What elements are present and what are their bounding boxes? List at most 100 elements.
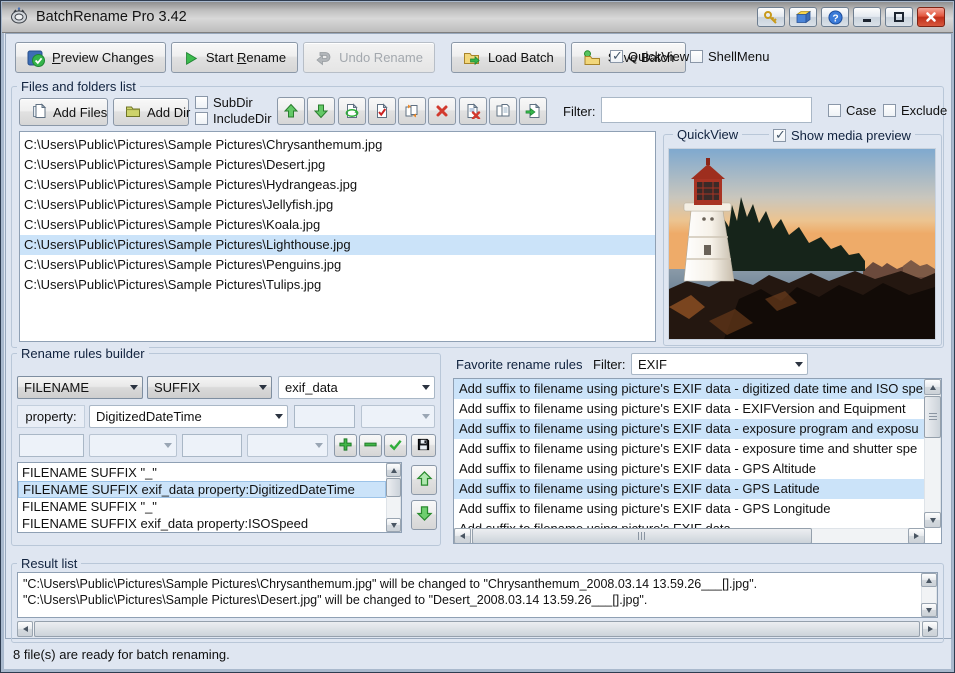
refresh-list-button[interactable] <box>338 97 366 125</box>
rule-param-input-3[interactable] <box>182 434 242 457</box>
case-checkbox-box[interactable] <box>828 104 841 117</box>
key-icon <box>763 10 779 24</box>
file-row[interactable]: C:\Users\Public\Pictures\Sample Pictures… <box>20 235 655 255</box>
result-scroll-left-icon[interactable] <box>17 621 33 637</box>
file-row[interactable]: C:\Users\Public\Pictures\Sample Pictures… <box>20 175 655 195</box>
result-list[interactable]: "C:\Users\Public\Pictures\Sample Picture… <box>17 572 938 618</box>
start-rename-button[interactable]: Start Rename <box>171 42 298 73</box>
rule-param-input-1[interactable] <box>294 405 355 428</box>
rule-param-combo-1[interactable] <box>361 405 435 428</box>
favorite-rule-row[interactable]: Add suffix to filename using picture's E… <box>454 499 925 519</box>
validate-names-button[interactable] <box>368 97 396 125</box>
load-batch-button[interactable]: Load Batch <box>451 42 566 73</box>
help-icon: ? <box>828 10 843 25</box>
export-list-button[interactable] <box>519 97 547 125</box>
property-combo[interactable]: DigitizedDateTime <box>89 405 288 428</box>
rule-action-combo[interactable]: SUFFIX <box>147 376 272 399</box>
rule-param-combo-2[interactable] <box>89 434 177 457</box>
favorites-scroll-left-icon[interactable] <box>454 528 471 544</box>
move-down-button[interactable] <box>307 97 335 125</box>
exclude-checkbox-box[interactable] <box>883 104 896 117</box>
file-list[interactable]: C:\Users\Public\Pictures\Sample Pictures… <box>19 131 656 342</box>
remove-selected-button[interactable] <box>428 97 456 125</box>
close-button[interactable] <box>917 7 945 27</box>
favorite-rule-row[interactable]: Add suffix to filename using picture's E… <box>454 459 925 479</box>
favorite-rule-row[interactable]: Add suffix to filename using picture's E… <box>454 439 925 459</box>
rule-row[interactable]: FILENAME SUFFIX exif_data property:Digit… <box>18 481 386 498</box>
favorites-filter-combo[interactable]: EXIF <box>631 353 808 375</box>
file-row[interactable]: C:\Users\Public\Pictures\Sample Pictures… <box>20 215 655 235</box>
update-button[interactable] <box>789 7 817 27</box>
rules-scroll-down-icon[interactable] <box>386 518 401 532</box>
result-scroll-right-icon[interactable] <box>922 621 938 637</box>
favorites-vscroll-thumb[interactable] <box>924 396 941 438</box>
arrow-down-icon <box>313 103 329 119</box>
rule-row[interactable]: FILENAME SUFFIX "_" <box>18 464 386 481</box>
copy-list-button[interactable] <box>489 97 517 125</box>
show-media-preview-checkbox[interactable]: Show media preview <box>769 128 915 143</box>
includedir-checkbox[interactable]: IncludeDir <box>195 111 272 126</box>
rule-value-combo[interactable]: exif_data <box>278 376 435 399</box>
rule-row[interactable]: FILENAME SUFFIX exif_data property:ISOSp… <box>18 515 386 532</box>
file-row[interactable]: C:\Users\Public\Pictures\Sample Pictures… <box>20 155 655 175</box>
exclude-checkbox[interactable]: Exclude <box>883 103 947 118</box>
apply-rule-button[interactable] <box>384 434 407 457</box>
favorites-scroll-up-icon[interactable] <box>924 379 941 395</box>
minimize-button[interactable] <box>853 7 881 27</box>
rule-move-down-button[interactable] <box>411 500 437 530</box>
result-hscroll-thumb[interactable] <box>34 621 920 637</box>
rule-row[interactable]: FILENAME SUFFIX "_" <box>18 498 386 515</box>
rule-param-combo-3[interactable] <box>247 434 328 457</box>
file-row[interactable]: C:\Users\Public\Pictures\Sample Pictures… <box>20 195 655 215</box>
rules-scroll-up-icon[interactable] <box>386 463 401 477</box>
rules-list[interactable]: FILENAME SUFFIX "_"FILENAME SUFFIX exif_… <box>17 462 402 533</box>
shellmenu-checkbox-box[interactable] <box>690 50 703 63</box>
files-filter-input[interactable] <box>601 97 812 123</box>
add-dir-button[interactable]: Add Dir <box>113 98 189 126</box>
undo-rename-button[interactable]: Undo Rename <box>303 42 435 73</box>
favorites-scroll-down-icon[interactable] <box>924 512 941 528</box>
add-files-button[interactable]: Add Files <box>19 98 108 126</box>
subdir-checkbox[interactable]: SubDir <box>195 95 253 110</box>
titlebar[interactable]: BatchRename Pro 3.42 ? <box>2 2 953 33</box>
favorites-filter-value: EXIF <box>638 357 790 372</box>
duplicate-entry-button[interactable] <box>398 97 426 125</box>
subdir-checkbox-box[interactable] <box>195 96 208 109</box>
maximize-button[interactable] <box>885 7 913 27</box>
rule-param-input-2[interactable] <box>19 434 84 457</box>
add-rule-button[interactable] <box>334 434 357 457</box>
result-scroll-down-icon[interactable] <box>921 603 937 617</box>
favorites-hscroll-thumb[interactable] <box>472 528 812 544</box>
file-row[interactable]: C:\Users\Public\Pictures\Sample Pictures… <box>20 135 655 155</box>
favorite-rule-row[interactable]: Add suffix to filename using picture's E… <box>454 419 925 439</box>
file-row[interactable]: C:\Users\Public\Pictures\Sample Pictures… <box>20 275 655 295</box>
shellmenu-checkbox-label: ShellMenu <box>708 49 769 64</box>
help-button[interactable]: ? <box>821 7 849 27</box>
move-up-button[interactable] <box>277 97 305 125</box>
includedir-checkbox-box[interactable] <box>195 112 208 125</box>
favorites-scroll-right-icon[interactable] <box>908 528 925 544</box>
favorite-rule-row[interactable]: Add suffix to filename using picture's E… <box>454 479 925 499</box>
favorites-list[interactable]: Add suffix to filename using picture's E… <box>453 378 942 544</box>
save-rules-button[interactable] <box>411 434 436 457</box>
favorite-rule-row[interactable]: Add suffix to filename using picture's E… <box>454 519 925 528</box>
register-button[interactable] <box>757 7 785 27</box>
case-checkbox[interactable]: Case <box>828 103 876 118</box>
preview-changes-button[interactable]: Preview Changes <box>15 42 166 73</box>
quickview-checkbox[interactable]: QuickView <box>610 49 689 64</box>
property-label-box: property: <box>17 405 85 428</box>
show-media-preview-checkbox-box[interactable] <box>773 129 786 142</box>
shellmenu-checkbox[interactable]: ShellMenu <box>690 49 769 64</box>
rules-scroll-thumb[interactable] <box>386 478 401 497</box>
remove-rule-button[interactable] <box>359 434 382 457</box>
result-scroll-up-icon[interactable] <box>921 573 937 587</box>
favorite-rule-row[interactable]: Add suffix to filename using picture's E… <box>454 379 925 399</box>
file-row[interactable]: C:\Users\Public\Pictures\Sample Pictures… <box>20 255 655 275</box>
quickview-checkbox-box[interactable] <box>610 50 623 63</box>
favorite-rule-row[interactable]: Add suffix to filename using picture's E… <box>454 399 925 419</box>
check-icon <box>388 437 403 455</box>
remove-all-button[interactable] <box>459 97 487 125</box>
rule-source-combo[interactable]: FILENAME <box>17 376 143 399</box>
doc-swap-icon <box>404 103 420 119</box>
rule-move-up-button[interactable] <box>411 465 437 495</box>
